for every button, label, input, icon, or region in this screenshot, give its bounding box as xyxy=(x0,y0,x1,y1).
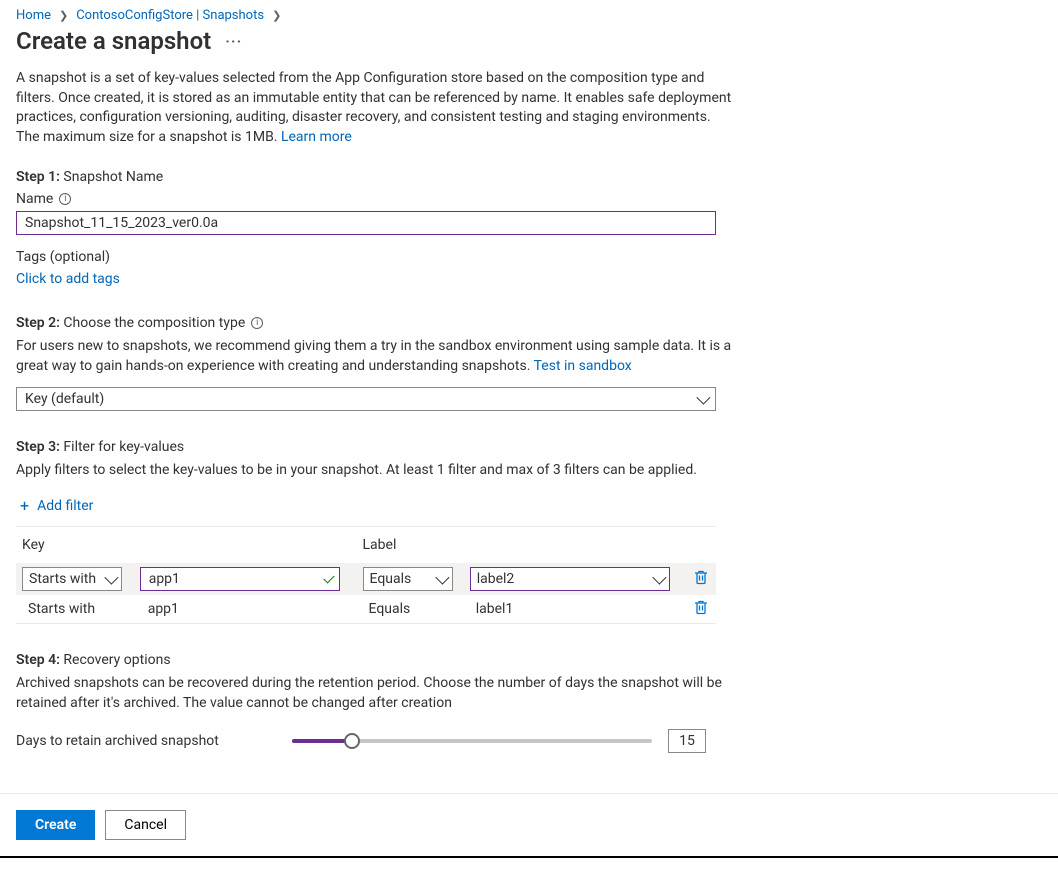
chevron-down-icon xyxy=(435,571,449,585)
info-icon[interactable]: i xyxy=(59,193,71,205)
step4-section: Step 4: Recovery options Archived snapsh… xyxy=(16,652,736,753)
breadcrumb: Home ❯ ContosoConfigStore | Snapshots ❯ xyxy=(16,8,1042,23)
test-sandbox-link[interactable]: Test in sandbox xyxy=(534,358,632,374)
filter-row-editing: Starts with Equals xyxy=(16,563,716,595)
plus-icon: + xyxy=(20,498,29,514)
breadcrumb-store[interactable]: ContosoConfigStore | Snapshots xyxy=(76,8,264,23)
tags-label: Tags (optional) xyxy=(16,249,736,265)
col-key: Key xyxy=(16,527,357,564)
create-button[interactable]: Create xyxy=(16,810,95,840)
step2-section: Step 2: Choose the composition type i Fo… xyxy=(16,315,736,410)
add-tags-link[interactable]: Click to add tags xyxy=(16,271,736,287)
col-label: Label xyxy=(357,527,687,564)
cancel-button[interactable]: Cancel xyxy=(105,810,186,840)
chevron-right-icon: ❯ xyxy=(59,9,68,22)
more-icon[interactable]: ··· xyxy=(225,32,242,51)
key-value-input[interactable] xyxy=(140,567,340,591)
composition-type-select[interactable]: Key (default) xyxy=(16,387,716,411)
label-operator-select[interactable]: Equals xyxy=(363,567,453,591)
chevron-down-icon xyxy=(696,390,710,404)
key-operator-select[interactable]: Starts with xyxy=(22,567,122,591)
delete-icon[interactable] xyxy=(693,599,709,615)
page-title: Create a snapshot ··· xyxy=(16,27,1042,55)
add-filter-button[interactable]: + Add filter xyxy=(16,490,93,526)
step3-section: Step 3: Filter for key-values Apply filt… xyxy=(16,439,736,625)
chevron-right-icon: ❯ xyxy=(272,9,281,22)
retention-days-input[interactable] xyxy=(668,729,706,753)
delete-icon[interactable] xyxy=(693,569,709,585)
step1-section: Step 1: Snapshot Name Name i Tags (optio… xyxy=(16,169,736,287)
retention-label: Days to retain archived snapshot xyxy=(16,733,276,749)
label-value-select[interactable]: label2 xyxy=(470,567,670,591)
retention-slider[interactable] xyxy=(292,739,652,743)
info-icon[interactable]: i xyxy=(251,317,263,329)
name-label: Name i xyxy=(16,191,736,207)
filters-table: Key Label Starts with xyxy=(16,526,716,624)
filter-row: Starts with app1 Equals label1 xyxy=(16,595,716,624)
slider-thumb[interactable] xyxy=(344,733,360,749)
page-description: A snapshot is a set of key-values select… xyxy=(16,69,736,147)
learn-more-link[interactable]: Learn more xyxy=(281,129,352,145)
snapshot-name-input[interactable] xyxy=(16,211,716,235)
breadcrumb-home[interactable]: Home xyxy=(16,8,51,23)
chevron-down-icon xyxy=(652,571,666,585)
footer: Create Cancel xyxy=(0,793,1058,856)
chevron-down-icon xyxy=(104,571,118,585)
